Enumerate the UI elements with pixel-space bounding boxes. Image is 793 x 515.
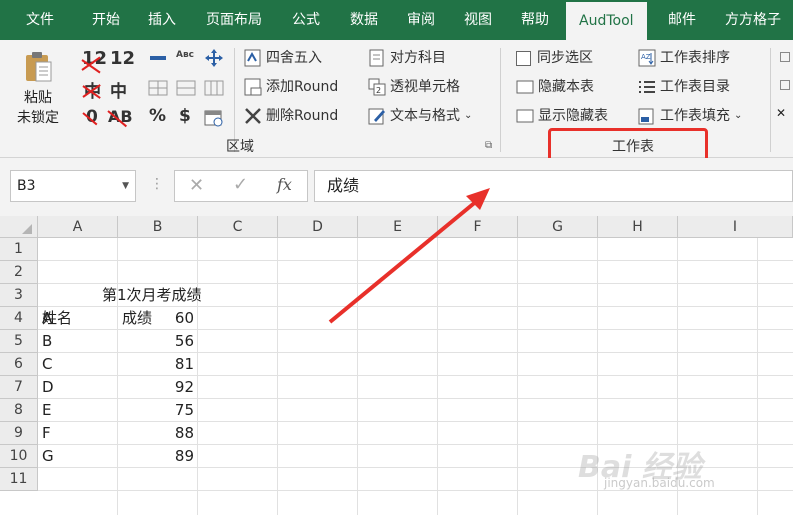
- annotation-arrow: [328, 188, 490, 324]
- watermark-url: jingyan.baidu.com: [604, 476, 715, 490]
